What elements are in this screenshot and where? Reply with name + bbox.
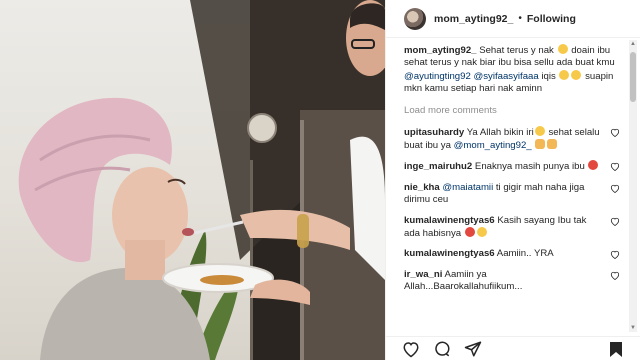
comment-username[interactable]: nie_kha	[404, 182, 440, 193]
comment-item: inge_mairuhu2 Enaknya masih punya ibu	[404, 160, 620, 173]
comment-text: Aamiin.. YRA	[496, 248, 554, 260]
crying-face-icon	[588, 160, 599, 171]
comment-text: Enaknya masih punya ibu	[474, 161, 585, 173]
smiling-face-icon	[559, 69, 570, 80]
like-comment-heart-icon[interactable]	[610, 250, 620, 260]
paper-plane-icon[interactable]	[464, 340, 482, 358]
comment-item: kumalawinengtyas6 Kasih sayang Ibu tak a…	[404, 215, 620, 241]
like-comment-heart-icon[interactable]	[610, 184, 620, 193]
caption-username[interactable]: mom_ayting92_	[404, 45, 477, 56]
post-side-panel: mom_ayting92_ • Following mom_ayting92_ …	[385, 0, 640, 360]
bookmark-icon[interactable]	[609, 341, 623, 358]
like-comment-heart-icon[interactable]	[610, 128, 620, 137]
header-separator: •	[518, 13, 522, 24]
like-comment-heart-icon[interactable]	[610, 162, 620, 172]
comments-scrollbar[interactable]: ▲ ▼	[629, 40, 637, 332]
caption-mention-2[interactable]: @syifaasyifaaa	[474, 71, 539, 82]
comments-list: mom_ayting92_ Sehat terus y nak doain ib…	[386, 40, 630, 332]
comment-mention[interactable]: @maiatamii	[442, 182, 493, 193]
scroll-up-arrow-icon[interactable]: ▲	[629, 40, 637, 48]
scroll-down-arrow-icon[interactable]: ▼	[629, 324, 637, 332]
comment-item: ir_wa_ni Aamiin ya Allah...Baarokallahuf…	[404, 269, 620, 294]
header-username[interactable]: mom_ayting92_	[434, 13, 513, 25]
praying-hands-icon	[535, 139, 546, 150]
scrollbar-thumb[interactable]	[630, 52, 636, 102]
comment-item: kumalawinengtyas6 Aamiin.. YRA	[404, 248, 620, 260]
thumbs-up-icon	[547, 139, 558, 150]
post-photo[interactable]	[0, 0, 385, 360]
following-button[interactable]: Following	[527, 13, 576, 25]
smiling-face-icon	[534, 125, 545, 136]
heart-eyes-face-icon	[464, 227, 475, 238]
comment-username[interactable]: ir_wa_ni	[404, 269, 442, 280]
heart-outline-icon[interactable]	[402, 340, 420, 358]
post-header: mom_ayting92_ • Following	[386, 0, 640, 38]
avatar[interactable]	[404, 7, 426, 30]
comment-bubble-icon[interactable]	[433, 340, 451, 358]
caption-mention-1[interactable]: @ayutingting92	[404, 71, 471, 82]
photo-illustration	[18, 0, 385, 360]
instagram-post: mom_ayting92_ • Following mom_ayting92_ …	[0, 0, 640, 360]
comment-username[interactable]: kumalawinengtyas6	[404, 248, 495, 259]
load-more-comments-link[interactable]: Load more comments	[404, 105, 620, 116]
like-comment-heart-icon[interactable]	[610, 217, 620, 226]
caption-text-1: Sehat terus y nak	[479, 45, 554, 56]
smiling-face-icon	[571, 69, 582, 80]
caption-text-3: iqis	[541, 70, 556, 82]
smiling-face-icon	[557, 44, 568, 54]
comment-mention[interactable]: @mom_ayting92_	[454, 140, 532, 151]
caption: mom_ayting92_ Sehat terus y nak doain ib…	[404, 44, 620, 96]
comment-username[interactable]: kumalawinengtyas6	[404, 215, 495, 226]
comment-item: nie_kha @maiatamii ti gigir mah naha jig…	[404, 182, 620, 207]
hugging-face-icon	[476, 227, 487, 238]
post-actions	[386, 336, 640, 360]
comment-username[interactable]: inge_mairuhu2	[404, 161, 472, 172]
comment-text: Ya Allah bikin iri	[466, 126, 534, 138]
comment-username[interactable]: upitasuhardy	[404, 127, 464, 138]
comment-item: upitasuhardy Ya Allah bikin iri sehat se…	[404, 125, 620, 153]
like-comment-heart-icon[interactable]	[610, 271, 620, 280]
